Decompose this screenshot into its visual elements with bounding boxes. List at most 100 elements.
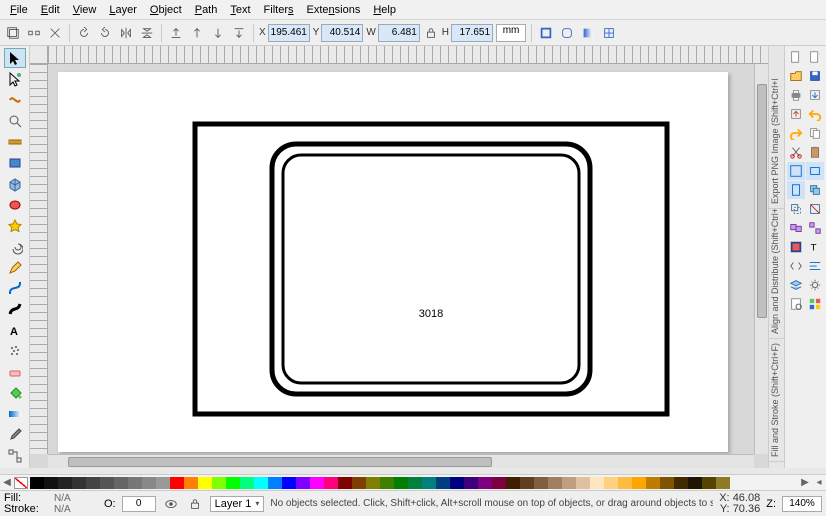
lock-ratio-icon[interactable]	[423, 25, 439, 41]
node-tool-icon[interactable]	[4, 69, 26, 89]
scrollbar-thumb[interactable]	[757, 84, 767, 318]
color-swatch[interactable]	[100, 477, 114, 489]
layer-visibility-icon[interactable]	[162, 495, 180, 513]
spiral-tool-icon[interactable]	[4, 237, 26, 257]
text-dialog-icon[interactable]: T	[806, 238, 824, 256]
dock-tab-fill-stroke[interactable]: Fill and Stroke (Shift+Ctrl+F)	[769, 339, 784, 462]
flip-h-icon[interactable]	[117, 24, 135, 42]
dock-tab-align[interactable]: Align and Distribute (Shift+Ctrl+A)	[769, 209, 784, 339]
connector-tool-icon[interactable]	[4, 446, 26, 466]
rect-tool-icon[interactable]	[4, 153, 26, 173]
fill-stroke-indicator[interactable]: Fill: Stroke:	[4, 493, 48, 515]
color-swatch[interactable]	[212, 477, 226, 489]
preferences-icon[interactable]	[806, 276, 824, 294]
layer-lock-icon[interactable]	[186, 495, 204, 513]
open-icon[interactable]	[787, 67, 805, 85]
affect-corners-icon[interactable]	[558, 24, 576, 42]
color-swatch[interactable]	[114, 477, 128, 489]
affect-pattern-icon[interactable]	[600, 24, 618, 42]
color-swatch[interactable]	[310, 477, 324, 489]
select-tool-icon[interactable]	[4, 48, 26, 68]
menu-layer[interactable]: Layer	[103, 2, 143, 18]
deselect-icon[interactable]	[46, 24, 64, 42]
color-swatch[interactable]	[646, 477, 660, 489]
selectors-icon[interactable]	[806, 295, 824, 313]
menu-view[interactable]: View	[67, 2, 103, 18]
menu-extensions[interactable]: Extensions	[301, 2, 367, 18]
color-swatch[interactable]	[240, 477, 254, 489]
color-swatch[interactable]	[282, 477, 296, 489]
color-swatch[interactable]	[618, 477, 632, 489]
color-swatch[interactable]	[492, 477, 506, 489]
raise-icon[interactable]	[188, 24, 206, 42]
color-swatch[interactable]	[422, 477, 436, 489]
zoom-tool-icon[interactable]	[4, 111, 26, 131]
rotate-cw-icon[interactable]	[96, 24, 114, 42]
gradient-tool-icon[interactable]	[4, 404, 26, 424]
color-swatch[interactable]	[366, 477, 380, 489]
zoom-page-icon[interactable]	[787, 181, 805, 199]
bezier-tool-icon[interactable]	[4, 279, 26, 299]
color-swatch[interactable]	[128, 477, 142, 489]
color-swatch[interactable]	[352, 477, 366, 489]
color-swatch[interactable]	[674, 477, 688, 489]
color-swatch[interactable]	[534, 477, 548, 489]
layers-dialog-icon[interactable]	[787, 276, 805, 294]
layer-selector[interactable]: Layer 1	[210, 496, 265, 512]
paste-icon[interactable]	[806, 143, 824, 161]
align-dialog-icon[interactable]	[806, 257, 824, 275]
affect-gradient-icon[interactable]	[579, 24, 597, 42]
toggle-selection-icon[interactable]	[25, 24, 43, 42]
save-icon[interactable]	[806, 67, 824, 85]
color-swatch[interactable]	[688, 477, 702, 489]
unlink-clone-icon[interactable]	[806, 200, 824, 218]
tweak-tool-icon[interactable]	[4, 90, 26, 110]
vertical-ruler[interactable]	[30, 64, 48, 454]
circle-tool-icon[interactable]	[4, 195, 26, 215]
x-input[interactable]	[268, 24, 310, 42]
color-swatch[interactable]	[562, 477, 576, 489]
color-swatch[interactable]	[184, 477, 198, 489]
color-swatch[interactable]	[380, 477, 394, 489]
no-color-swatch[interactable]	[14, 477, 28, 489]
calligraphy-tool-icon[interactable]	[4, 299, 26, 319]
color-swatch[interactable]	[296, 477, 310, 489]
select-all-layers-icon[interactable]	[4, 24, 22, 42]
color-swatch[interactable]	[604, 477, 618, 489]
undo-icon[interactable]	[806, 105, 824, 123]
color-swatch[interactable]	[44, 477, 58, 489]
clone-icon[interactable]	[787, 200, 805, 218]
color-swatch[interactable]	[86, 477, 100, 489]
menu-edit[interactable]: Edit	[35, 2, 66, 18]
palette-menu-icon[interactable]: ◂	[812, 477, 826, 488]
color-swatch[interactable]	[170, 477, 184, 489]
zoom-drawing-icon[interactable]	[806, 162, 824, 180]
dropper-tool-icon[interactable]	[4, 425, 26, 445]
color-swatch[interactable]	[254, 477, 268, 489]
menu-filters[interactable]: Filters	[258, 2, 300, 18]
color-swatch[interactable]	[142, 477, 156, 489]
scrollbar-thumb[interactable]	[68, 457, 492, 467]
color-swatch[interactable]	[450, 477, 464, 489]
color-swatch[interactable]	[226, 477, 240, 489]
menu-file[interactable]: File	[4, 2, 34, 18]
color-swatch[interactable]	[30, 477, 44, 489]
color-swatch[interactable]	[506, 477, 520, 489]
color-swatch[interactable]	[660, 477, 674, 489]
pencil-tool-icon[interactable]	[4, 258, 26, 278]
canvas-viewport[interactable]: 3018	[48, 64, 754, 454]
import-icon[interactable]	[806, 86, 824, 104]
spray-tool-icon[interactable]	[4, 341, 26, 361]
cut-icon[interactable]	[787, 143, 805, 161]
w-input[interactable]	[378, 24, 420, 42]
flip-v-icon[interactable]	[138, 24, 156, 42]
dock-tab-export[interactable]: Export PNG Image (Shift+Ctrl+E)	[769, 79, 784, 209]
color-swatch[interactable]	[716, 477, 730, 489]
palette-scroll-right-icon[interactable]: ▶	[798, 477, 812, 488]
color-swatch[interactable]	[632, 477, 646, 489]
eraser-tool-icon[interactable]	[4, 362, 26, 382]
color-swatch[interactable]	[58, 477, 72, 489]
color-swatch[interactable]	[464, 477, 478, 489]
menu-path[interactable]: Path	[189, 2, 224, 18]
raise-top-icon[interactable]	[167, 24, 185, 42]
